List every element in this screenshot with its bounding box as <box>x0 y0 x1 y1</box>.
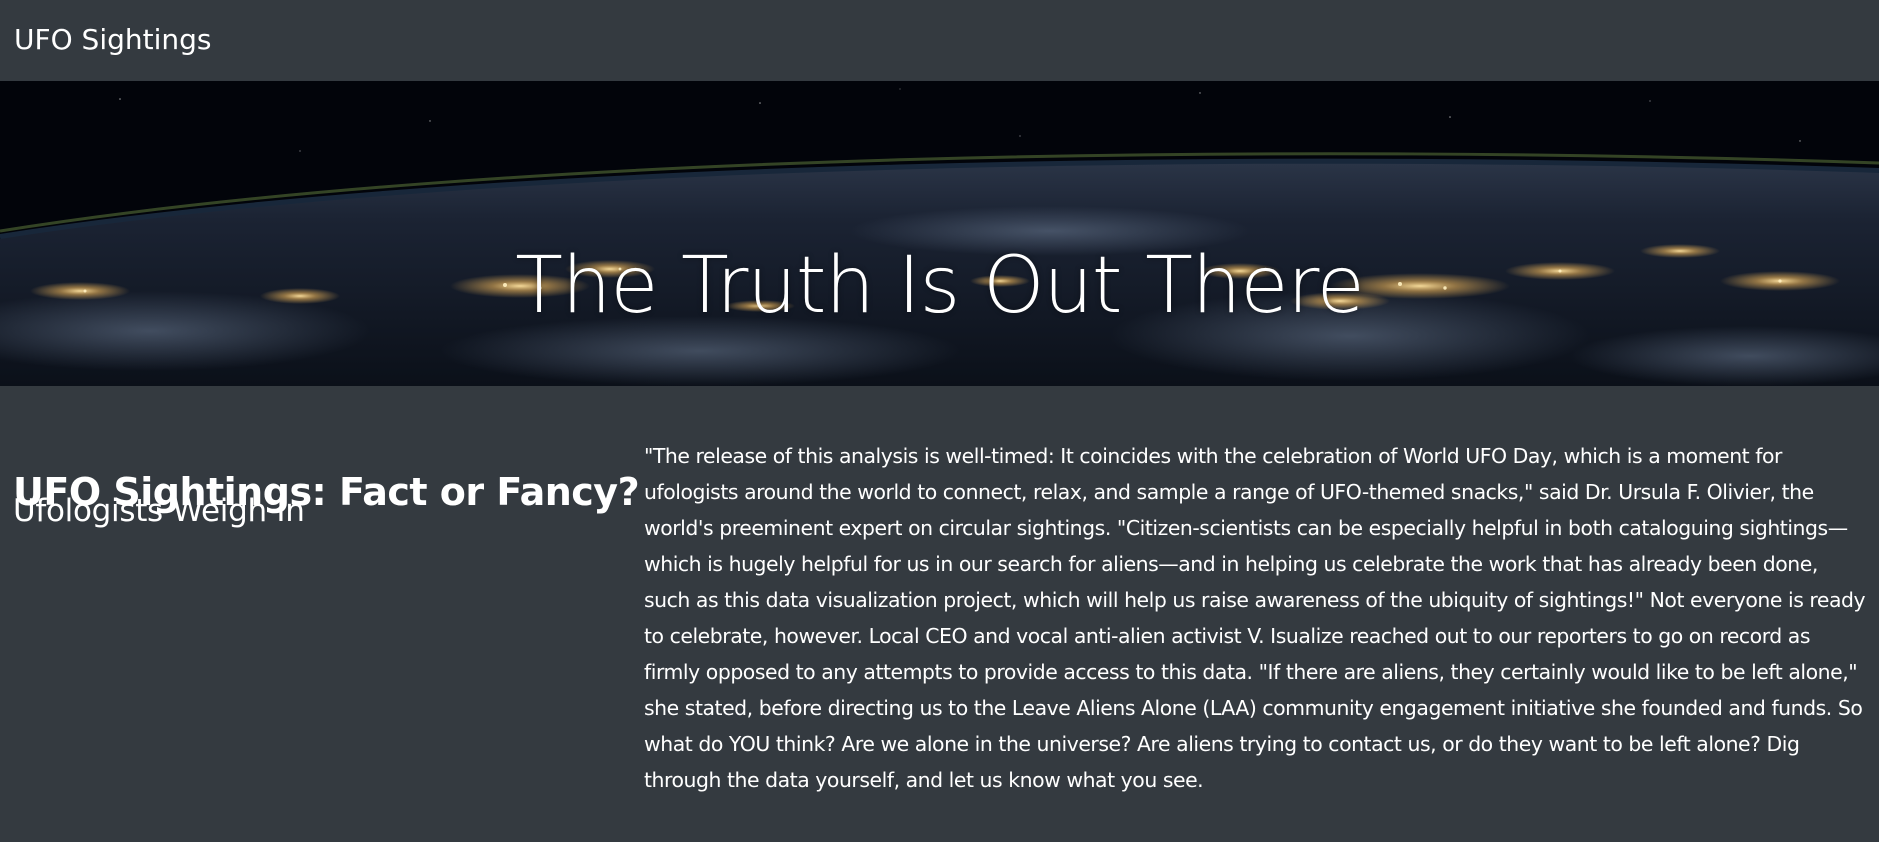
article-subtitle: Ufologists Weigh In <box>13 493 305 529</box>
hero-title: The Truth Is Out There <box>515 241 1364 332</box>
main-content: UFO Sightings: Fact or Fancy? Ufologists… <box>0 386 1879 842</box>
navbar-brand-link[interactable]: UFO Sightings <box>14 22 211 58</box>
article-body: "The release of this analysis is well-ti… <box>644 444 1866 792</box>
hero-banner: The Truth Is Out There <box>0 81 1879 386</box>
navbar: UFO Sightings <box>0 0 1879 81</box>
earth-at-night-image <box>0 81 1879 386</box>
